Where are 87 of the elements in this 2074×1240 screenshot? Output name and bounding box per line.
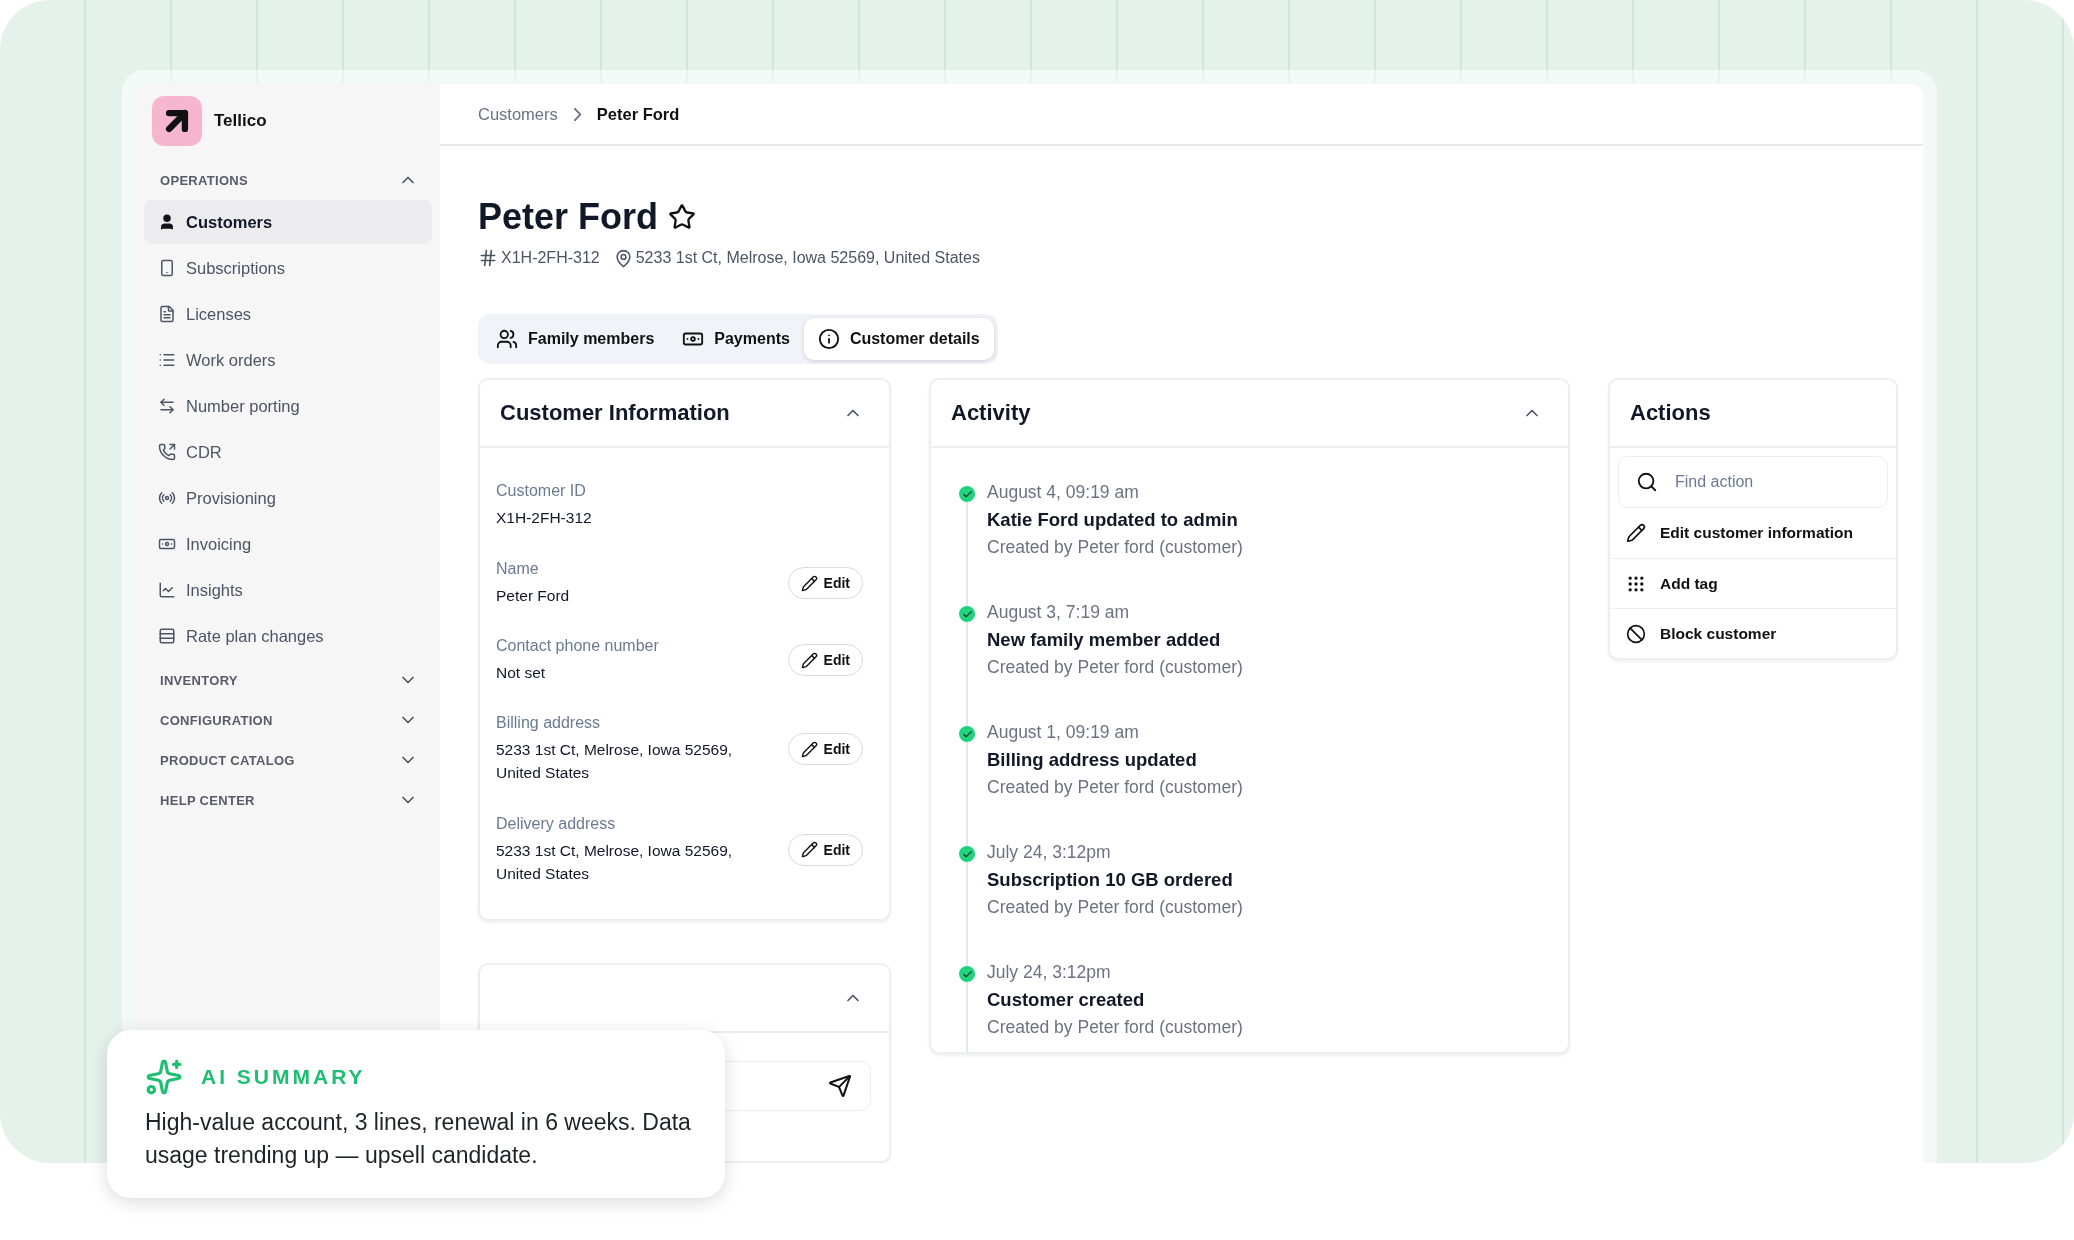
customer-id: X1H-2FH-312 bbox=[501, 249, 600, 268]
event-title: Billing address updated bbox=[987, 749, 1198, 772]
event-author: Created by Peter ford (customer) bbox=[987, 897, 1243, 919]
edit-button[interactable]: Edit bbox=[787, 733, 863, 766]
field-value: Peter Ford bbox=[496, 585, 570, 606]
event-time: August 1, 09:19 am bbox=[987, 722, 1140, 744]
hash-icon bbox=[478, 248, 498, 269]
list-icon bbox=[158, 351, 176, 369]
breadcrumb-link[interactable]: Peter Ford bbox=[596, 104, 680, 124]
info-icon bbox=[817, 328, 840, 351]
block-icon bbox=[1626, 623, 1646, 644]
sidebar-item[interactable]: Provisioning bbox=[144, 476, 432, 520]
event-title: New family member added bbox=[987, 629, 1222, 652]
sidebar-item[interactable]: Work orders bbox=[144, 338, 432, 382]
logo-icon bbox=[152, 96, 202, 146]
field-value: 5233 1st Ct, Melrose, Iowa 52569, United States bbox=[496, 740, 734, 784]
sidebar-item[interactable]: Subscriptions bbox=[144, 246, 432, 290]
pencil-icon bbox=[800, 574, 818, 592]
section-heading[interactable]: CONFIGURATION bbox=[160, 712, 273, 728]
customer-address: 5233 1st Ct, Melrose, Iowa 52569, United States bbox=[635, 249, 980, 268]
field-value: X1H-2FH-312 bbox=[496, 508, 592, 529]
field-label: Delivery address bbox=[496, 814, 617, 833]
sidebar-item[interactable]: CDR bbox=[144, 430, 432, 474]
event-author: Created by Peter ford (customer) bbox=[987, 777, 1243, 799]
tab[interactable]: Family members bbox=[482, 318, 669, 361]
tab[interactable]: Payments bbox=[668, 318, 804, 361]
field-label: Name bbox=[496, 559, 540, 578]
page-title: Peter Ford bbox=[478, 196, 659, 239]
arrows-icon bbox=[158, 397, 176, 415]
sidebar-item[interactable]: Customers bbox=[144, 200, 432, 244]
sidebar-item[interactable]: Licenses bbox=[144, 292, 432, 336]
event-time: August 4, 09:19 am bbox=[987, 482, 1140, 504]
event-time: July 24, 3:12pm bbox=[987, 842, 1112, 864]
field-value: 5233 1st Ct, Melrose, Iowa 52569, United States bbox=[496, 840, 734, 884]
section-heading[interactable]: PRODUCT CATALOG bbox=[160, 752, 295, 768]
action-item[interactable]: Edit customer information bbox=[1610, 508, 1896, 559]
edit-button[interactable]: Edit bbox=[787, 833, 863, 866]
chevron-icon bbox=[573, 107, 581, 121]
event-time: July 24, 3:12pm bbox=[987, 962, 1112, 984]
event-author: Created by Peter ford (customer) bbox=[987, 657, 1243, 679]
field-label: Customer ID bbox=[496, 482, 587, 501]
pencil-icon bbox=[800, 841, 818, 859]
ai-summary-title: AI SUMMARY bbox=[201, 1065, 366, 1089]
rows-icon bbox=[158, 627, 176, 645]
person-icon bbox=[158, 213, 176, 231]
action-item[interactable]: Add tag bbox=[1610, 558, 1896, 609]
event-title: Katie Ford updated to admin bbox=[987, 509, 1239, 532]
pencil-icon bbox=[1626, 523, 1646, 544]
antenna-icon bbox=[158, 489, 176, 507]
phone-icon bbox=[158, 259, 176, 277]
phone-icon bbox=[158, 443, 176, 461]
card-title: Actions bbox=[1630, 400, 1711, 427]
card-title: Activity bbox=[951, 400, 1031, 427]
sidebar-item[interactable]: Invoicing bbox=[144, 522, 432, 566]
chart-icon bbox=[158, 581, 176, 599]
pencil-icon bbox=[800, 651, 818, 669]
card-title: Customer Information bbox=[500, 400, 730, 427]
field-label: Contact phone number bbox=[496, 636, 659, 655]
sidebar-item[interactable]: Insights bbox=[144, 568, 432, 612]
map-pin-icon bbox=[613, 248, 633, 268]
sparkles-icon bbox=[145, 1058, 183, 1096]
event-time: August 3, 7:19 am bbox=[987, 602, 1131, 624]
event-title: Customer created bbox=[987, 989, 1146, 1012]
event-author: Created by Peter ford (customer) bbox=[987, 537, 1243, 559]
search-icon bbox=[1636, 471, 1658, 494]
event-author: Created by Peter ford (customer) bbox=[987, 1017, 1243, 1039]
send-icon[interactable] bbox=[828, 1074, 852, 1098]
pencil-icon bbox=[800, 740, 818, 758]
action-item[interactable]: Block customer bbox=[1610, 608, 1896, 659]
section-heading[interactable]: INVENTORY bbox=[160, 672, 238, 688]
event-title: Subscription 10 GB ordered bbox=[987, 869, 1234, 892]
section-heading[interactable]: OPERATIONS bbox=[160, 172, 248, 188]
breadcrumb-link[interactable]: Customers bbox=[478, 104, 558, 124]
search-field[interactable]: Find action bbox=[1618, 456, 1888, 509]
section-heading[interactable]: HELP CENTER bbox=[160, 792, 255, 808]
ai-summary-text: High-value account, 3 lines, renewal in 6 weeks. Data usage trending up — upsell candidate. bbox=[145, 1108, 692, 1171]
brand-name: Tellico bbox=[214, 111, 267, 131]
edit-button[interactable]: Edit bbox=[787, 567, 863, 600]
field-label: Billing address bbox=[496, 714, 602, 732]
star-icon[interactable] bbox=[668, 203, 697, 232]
document-icon bbox=[158, 305, 176, 323]
sidebar-item[interactable]: Rate plan changes bbox=[144, 614, 432, 658]
sidebar-item[interactable]: Number porting bbox=[144, 384, 432, 428]
tab[interactable]: Customer details bbox=[803, 318, 994, 361]
edit-button[interactable]: Edit bbox=[787, 644, 863, 677]
field-value: Not set bbox=[496, 662, 547, 683]
people-icon bbox=[496, 328, 518, 351]
